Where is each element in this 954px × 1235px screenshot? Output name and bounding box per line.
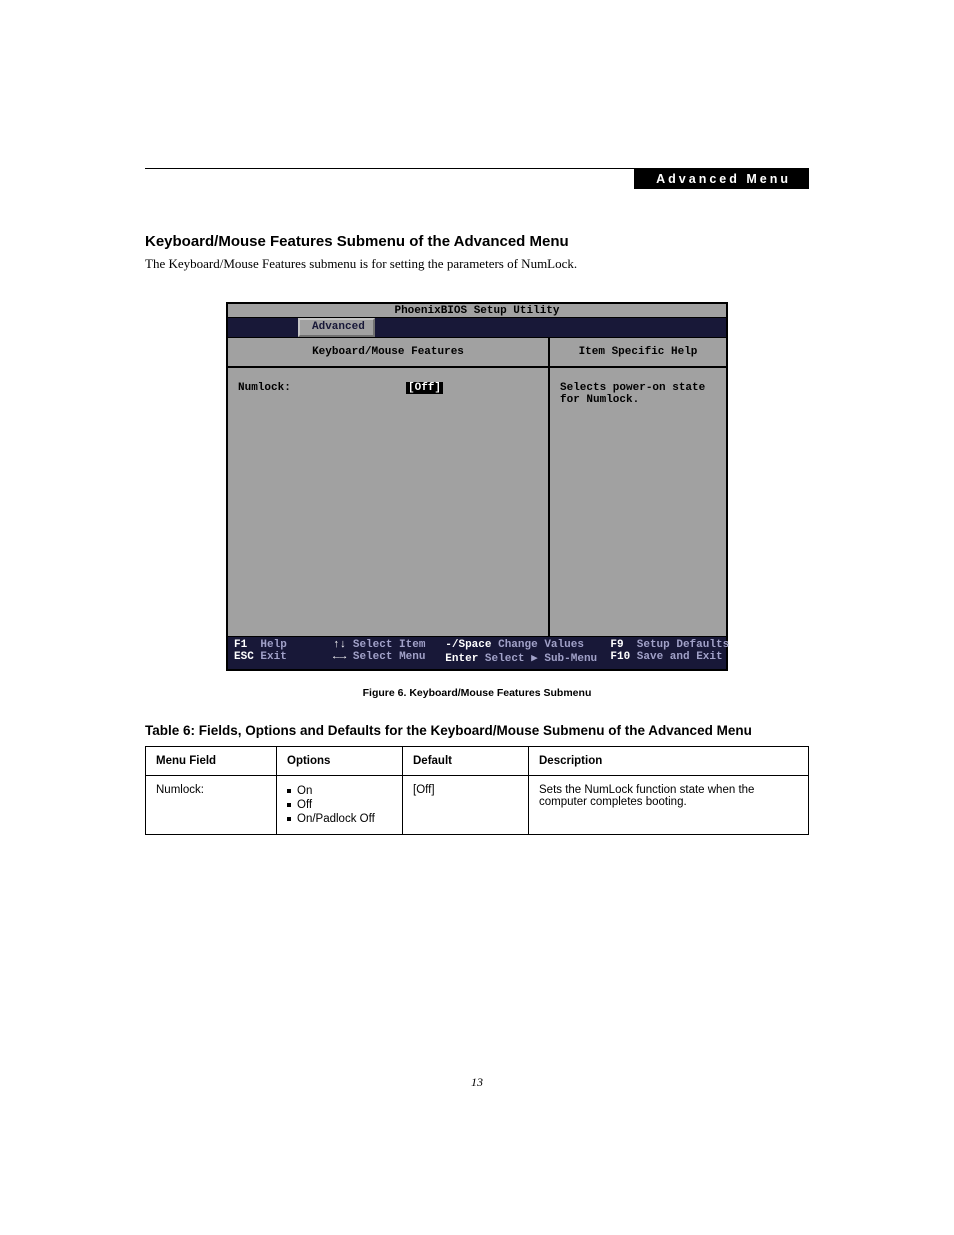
bios-help-panel: Selects power-on state for Numlock. [550,368,726,636]
key-f10-label: Save and Exit [637,651,723,663]
key-f1-label: Help [260,639,286,651]
td-menu-field: Numlock: [146,776,277,835]
key-leftright: ←→ [333,651,346,663]
key-f9: F9 [610,639,623,651]
bios-tab-advanced[interactable]: Advanced [298,318,375,337]
key-enter-label: Select ▶ Sub-Menu [485,653,597,665]
figure-caption: Figure 6. Keyboard/Mouse Features Submen… [145,687,809,699]
bullet-icon [287,789,291,793]
bios-field-label: Numlock: [238,382,406,394]
bios-footer: F1 Help ↑↓ Select Item -/Space Change Va… [228,636,726,669]
option-on-padlock-off: On/Padlock Off [297,812,375,826]
key-esc-label: Exit [260,651,286,663]
key-esc: ESC [234,651,254,663]
section-heading: Keyboard/Mouse Features Submenu of the A… [145,233,809,250]
td-options: On Off On/Padlock Off [277,776,403,835]
header-bar: Advanced Menu [634,169,809,189]
key-f1: F1 [234,639,247,651]
table-header-row: Menu Field Options Default Description [146,747,809,776]
key-minus-space: -/Space [445,639,491,651]
fields-table: Menu Field Options Default Description N… [145,746,809,835]
key-enter: Enter [445,653,478,665]
th-default: Default [403,747,529,776]
bios-field-numlock[interactable]: Numlock: [Off] [238,382,538,394]
table-title: Table 6: Fields, Options and Defaults fo… [145,723,809,738]
bios-field-value[interactable]: [Off] [406,382,443,394]
header-rule: Advanced Menu [145,168,809,189]
intro-paragraph: The Keyboard/Mouse Features submenu is f… [145,256,809,272]
key-updown-label: Select Item [353,639,426,651]
th-description: Description [529,747,809,776]
td-default: [Off] [403,776,529,835]
bios-left-heading: Keyboard/Mouse Features [228,338,548,368]
bios-window-title: PhoenixBIOS Setup Utility [228,304,726,318]
page-number: 13 [0,1075,954,1090]
key-leftright-label: Select Menu [353,651,426,663]
th-menu-field: Menu Field [146,747,277,776]
option-off: Off [297,798,312,812]
bios-right-heading: Item Specific Help [550,338,726,368]
key-f9-label: Setup Defaults [637,639,729,651]
key-updown: ↑↓ [333,639,346,651]
bios-screenshot: PhoenixBIOS Setup Utility Advanced Keybo… [226,302,728,671]
option-on: On [297,784,312,798]
key-minus-space-label: Change Values [498,639,584,651]
bullet-icon [287,803,291,807]
bios-menu-bar: Advanced [228,318,726,338]
bullet-icon [287,817,291,821]
bios-left-panel: Numlock: [Off] [228,368,548,636]
key-f10: F10 [610,651,630,663]
th-options: Options [277,747,403,776]
td-description: Sets the NumLock function state when the… [529,776,809,835]
table-row: Numlock: On Off On/Padlock Off [Off] Set… [146,776,809,835]
